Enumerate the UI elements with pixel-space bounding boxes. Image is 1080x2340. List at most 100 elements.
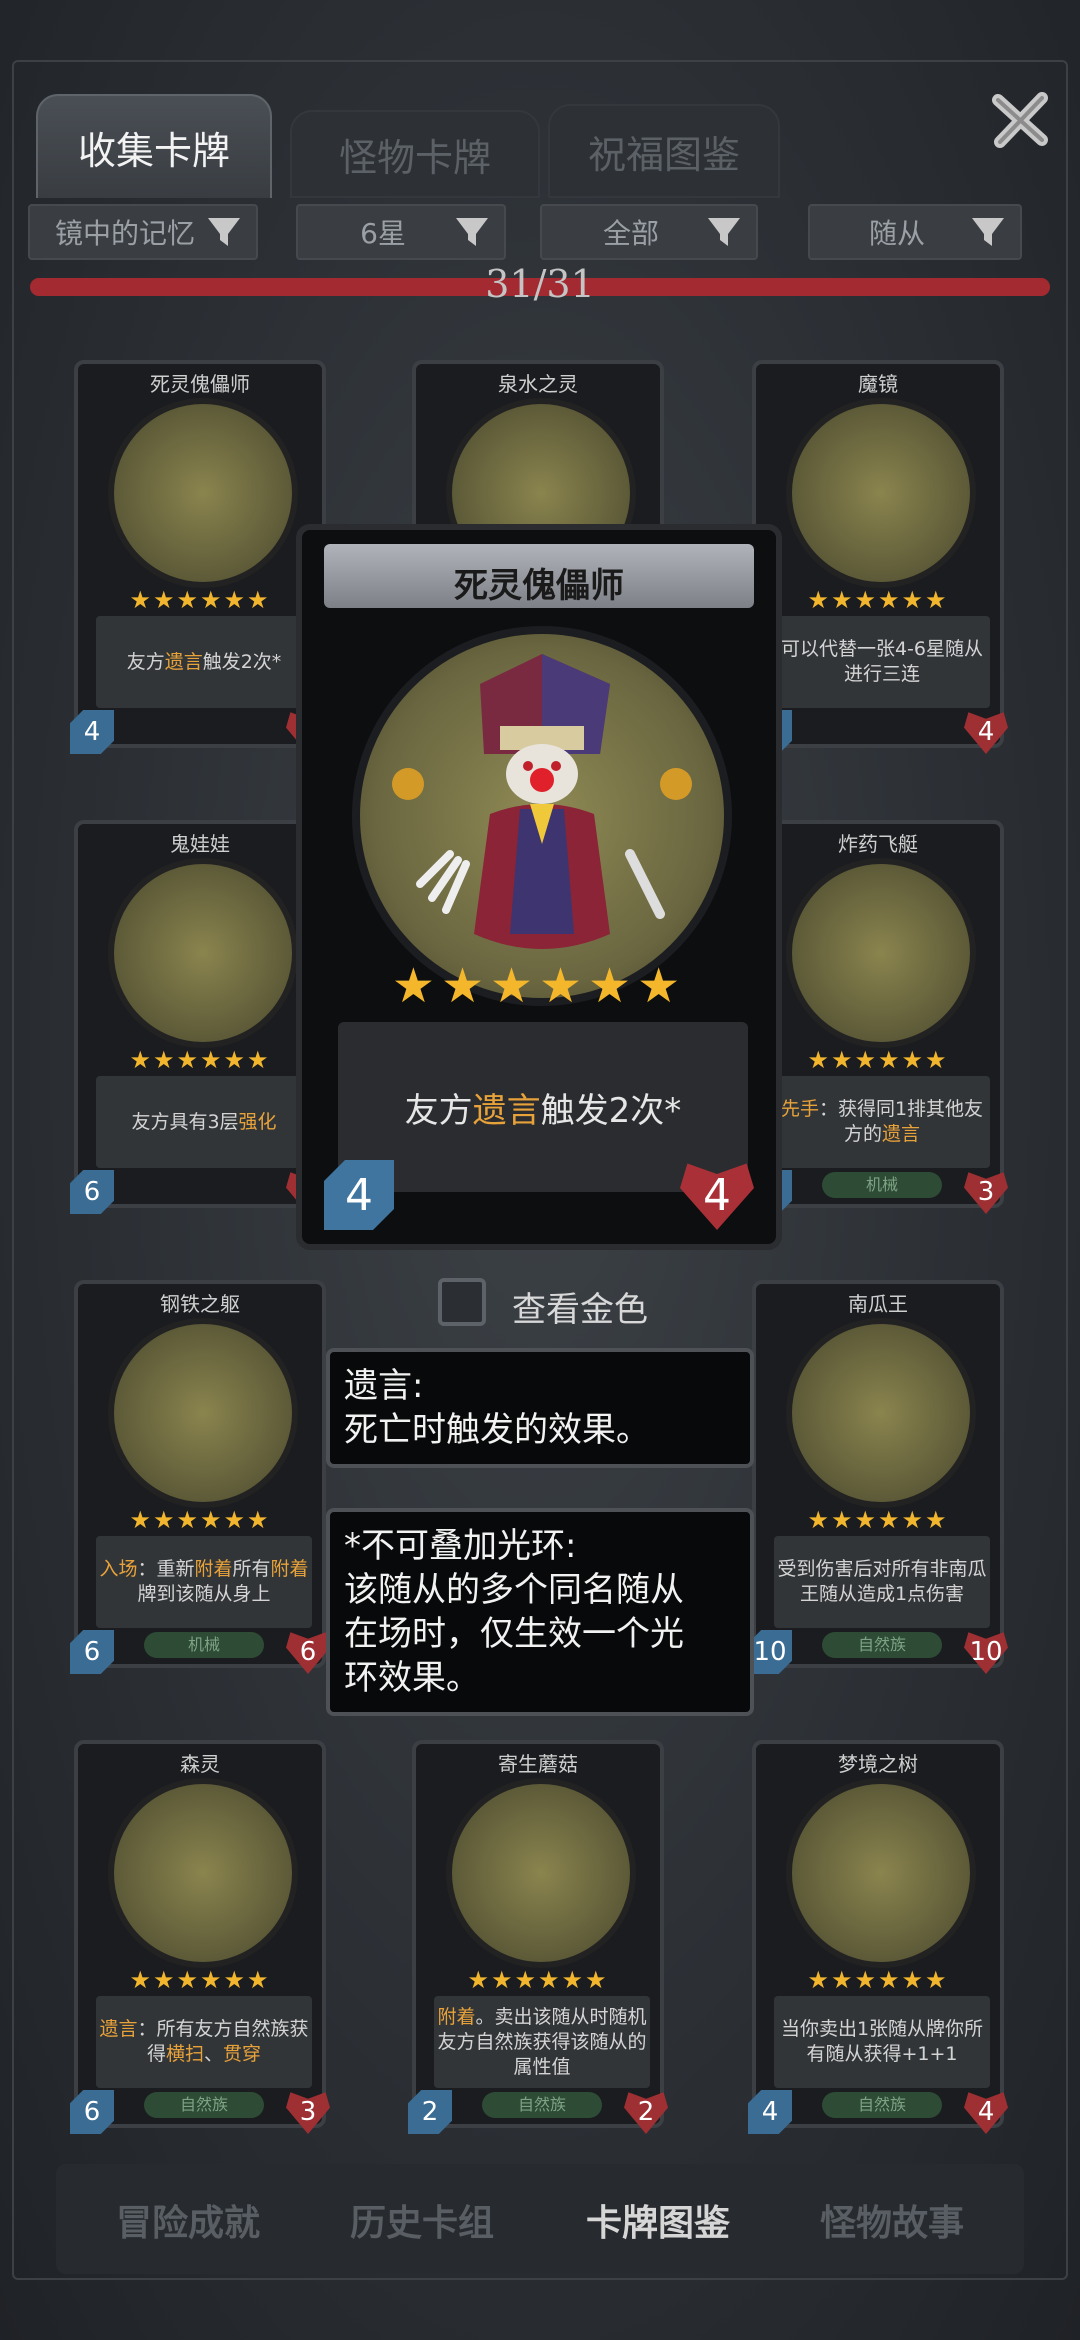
tooltip-aura: *不可叠加光环: 该随从的多个同名随从 在场时，仅生效一个光 环效果。 bbox=[326, 1508, 754, 1716]
desc-text: 所有 bbox=[232, 1558, 271, 1580]
desc-text: 友方具有3层 bbox=[131, 1110, 239, 1133]
view-gold-label[interactable]: 查看金色 bbox=[512, 1282, 648, 1331]
desc-text: 触发2次* bbox=[540, 1090, 682, 1131]
card-tile[interactable]: 鬼娃娃★★★★★★友方具有3层强化66 bbox=[70, 820, 330, 1214]
desc-text: 友方 bbox=[404, 1090, 473, 1131]
card-tile[interactable]: 寄生蘑菇 ★★★★★★ 附着。卖出该随从时随机友方自然族获得该随从的属性值 2 2 自然族 bbox=[408, 1740, 668, 2134]
filter-type[interactable]: 全部 bbox=[540, 204, 758, 260]
card-attack: 6 bbox=[70, 2090, 114, 2134]
filter-star-label: 6星 bbox=[360, 217, 406, 250]
card-name: 鬼娃娃 bbox=[170, 832, 230, 856]
card-stars: ★★★★★★ bbox=[129, 1966, 271, 1994]
card-stars: ★★★★★★ bbox=[129, 1506, 271, 1534]
card-description: 友方具有3层强化 bbox=[96, 1076, 312, 1168]
card-stars: ★★★★★★ bbox=[467, 1966, 609, 1994]
card-art bbox=[108, 398, 298, 588]
keyword-text: 附着 bbox=[270, 1558, 309, 1580]
filter-star[interactable]: 6星 bbox=[296, 204, 506, 260]
card-art bbox=[446, 1778, 636, 1968]
card-name: 寄生蘑菇 bbox=[498, 1752, 578, 1776]
nav-monster-stories[interactable]: 怪物故事 bbox=[792, 2194, 992, 2246]
nav-card-gallery[interactable]: 卡牌图鉴 bbox=[558, 2194, 758, 2246]
card-attack: 10 bbox=[748, 1630, 792, 1674]
card-stars: ★★★★★★ bbox=[807, 1966, 949, 1994]
card-race-tag: 机械 bbox=[822, 1172, 942, 1198]
tooltip-text: 环效果。 bbox=[344, 1658, 480, 1698]
card-attack: 2 bbox=[408, 2090, 452, 2134]
card-race-tag: 自然族 bbox=[482, 2092, 602, 2118]
card-title-banner: 死灵傀儡师 bbox=[324, 544, 754, 608]
tab-monster-cards[interactable]: 怪物卡牌 bbox=[290, 110, 540, 198]
card-tile[interactable]: 死灵傀儡师★★★★★★友方遗言触发2次*44 bbox=[70, 360, 330, 754]
card-description: 受到伤害后对所有非南瓜王随从造成1点伤害 bbox=[774, 1536, 990, 1628]
card-tile[interactable]: 钢铁之躯 ★★★★★★ 入场：重新附着所有附着牌到该随从身上 6 6 机械 bbox=[70, 1280, 330, 1674]
card-race-tag: 自然族 bbox=[144, 2092, 264, 2118]
funnel-icon bbox=[202, 210, 246, 254]
filter-category[interactable]: 随从 bbox=[808, 204, 1022, 260]
funnel-icon bbox=[702, 210, 746, 254]
desc-text: 受到伤害后对所有非南瓜王随从造成1点伤害 bbox=[777, 1558, 987, 1605]
desc-text: 触发2次* bbox=[202, 650, 282, 673]
card-tile[interactable]: 魔镜★★★★★★可以代替一张4-6星随从进行三连14 bbox=[748, 360, 1008, 754]
card-art bbox=[786, 398, 976, 588]
card-art bbox=[108, 1778, 298, 1968]
card-tile[interactable]: 炸药飞艇★★★★★★先手：获得同1排其他友方的遗言53机械 bbox=[748, 820, 1008, 1214]
card-art bbox=[786, 1318, 976, 1508]
card-race-tag: 自然族 bbox=[822, 1632, 942, 1658]
card-detail-art bbox=[352, 626, 732, 1006]
filter-set-label: 镜中的记忆 bbox=[54, 217, 195, 250]
funnel-icon bbox=[966, 210, 1010, 254]
nav-adventure-achievements[interactable]: 冒险成就 bbox=[88, 2194, 288, 2246]
view-gold-checkbox[interactable] bbox=[438, 1278, 486, 1326]
card-race-tag: 机械 bbox=[144, 1632, 264, 1658]
nav-deck-history[interactable]: 历史卡组 bbox=[322, 2194, 522, 2246]
card-art bbox=[108, 858, 298, 1048]
card-name: 钢铁之躯 bbox=[160, 1292, 240, 1316]
card-attack: 6 bbox=[70, 1170, 114, 1214]
keyword-text: 横扫 bbox=[165, 2043, 204, 2065]
tooltip-text: 死亡时触发的效果。 bbox=[344, 1410, 650, 1450]
card-attack: 4 bbox=[748, 2090, 792, 2134]
keyword-text: 附着 bbox=[437, 2005, 476, 2028]
card-name: 泉水之灵 bbox=[498, 372, 578, 396]
card-stars: ★★★★★★ bbox=[807, 1046, 949, 1074]
tooltip-text: 在场时，仅生效一个光 bbox=[344, 1614, 684, 1654]
collection-progress-text: 31/31 bbox=[485, 262, 595, 306]
card-description: 遗言：所有友方自然族获得横扫、贯穿 bbox=[96, 1996, 312, 2088]
card-stars: ★★★★★★ bbox=[807, 1506, 949, 1534]
tooltip-title: *不可叠加光环: bbox=[344, 1526, 577, 1566]
card-art bbox=[786, 1778, 976, 1968]
tab-blessing-gallery[interactable]: 祝福图鉴 bbox=[548, 104, 780, 198]
desc-text: 可以代替一张4-6星随从进行三连 bbox=[780, 638, 984, 685]
keyword-text: 强化 bbox=[238, 1110, 277, 1133]
desc-text: 牌到该随从身上 bbox=[137, 1583, 271, 1605]
close-icon bbox=[992, 92, 1048, 148]
desc-text: ：重新 bbox=[137, 1558, 195, 1580]
tab-collect-cards[interactable]: 收集卡牌 bbox=[36, 94, 272, 198]
card-description: 入场：重新附着所有附着牌到该随从身上 bbox=[96, 1536, 312, 1628]
card-detail-popup: 死灵傀儡师 ★★★★★★ 友方 遗言 触发2次* 4 4 bbox=[296, 524, 782, 1250]
keyword-text: 贯穿 bbox=[223, 2043, 262, 2065]
desc-text: 友方 bbox=[126, 650, 165, 673]
keyword-text: 附着 bbox=[194, 1558, 233, 1580]
card-art bbox=[786, 858, 976, 1048]
card-detail-name: 死灵傀儡师 bbox=[454, 566, 624, 606]
card-stars: ★★★★★★ bbox=[807, 586, 949, 614]
card-tile[interactable]: 南瓜王 ★★★★★★ 受到伤害后对所有非南瓜王随从造成1点伤害 10 10 自然族 bbox=[748, 1280, 1008, 1674]
card-tile[interactable]: 森灵 ★★★★★★ 遗言：所有友方自然族获得横扫、贯穿 6 3 自然族 bbox=[70, 1740, 330, 2134]
card-stars: ★★★★★★ bbox=[129, 1046, 271, 1074]
card-tile[interactable]: 梦境之树 ★★★★★★ 当你卖出1张随从牌你所有随从获得+1+1 4 4 自然族 bbox=[748, 1740, 1008, 2134]
tooltip-title: 遗言: bbox=[344, 1366, 424, 1406]
keyword-text: 入场 bbox=[99, 1558, 138, 1580]
filter-set[interactable]: 镜中的记忆 bbox=[28, 204, 258, 260]
keyword-deathrattle[interactable]: 遗言 bbox=[473, 1083, 541, 1132]
card-name: 炸药飞艇 bbox=[838, 832, 918, 856]
tooltip-deathrattle: 遗言: 死亡时触发的效果。 bbox=[326, 1348, 754, 1468]
card-attack: 4 bbox=[70, 710, 114, 754]
tooltip-text: 该随从的多个同名随从 bbox=[344, 1570, 684, 1610]
card-name: 死灵傀儡师 bbox=[150, 372, 250, 396]
filter-category-label: 随从 bbox=[868, 217, 925, 250]
close-button[interactable] bbox=[988, 88, 1052, 152]
desc-text: 、 bbox=[204, 2043, 224, 2065]
card-description: 友方遗言触发2次* bbox=[96, 616, 312, 708]
